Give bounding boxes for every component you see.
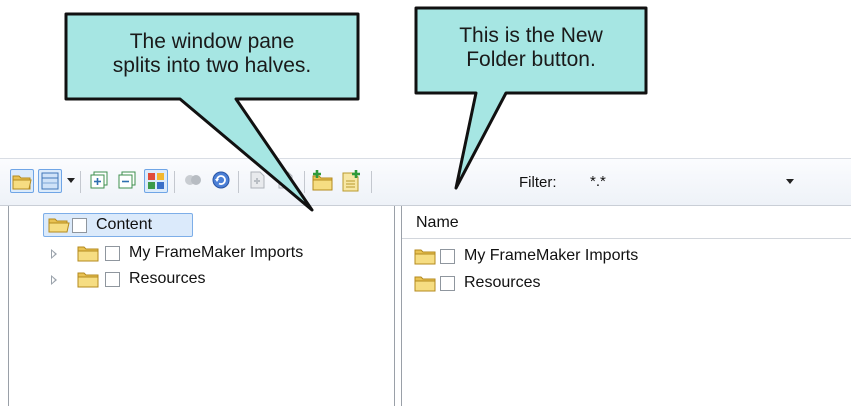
folder-icon (77, 272, 99, 288)
bind-icon[interactable] (182, 169, 206, 193)
check-in-icon[interactable] (246, 169, 270, 193)
filter-value[interactable]: *.* (590, 173, 606, 190)
thumbnail-view-icon[interactable] (144, 169, 168, 193)
list-item-checkbox[interactable] (440, 276, 455, 291)
tree-item-label: Content (96, 216, 153, 233)
callout-line: splits into two halves. (112, 54, 312, 77)
list-item[interactable]: Resources (412, 272, 842, 296)
folder-tree-pane: Content My FrameMaker Imports Resources (8, 206, 395, 406)
view-mode-dropdown-arrow-icon[interactable] (67, 178, 75, 183)
folder-icon (77, 246, 99, 262)
toolbar-separator (304, 171, 305, 193)
list-item-checkbox[interactable] (440, 249, 455, 264)
filter-dropdown[interactable]: *.* (582, 171, 802, 193)
toolbar-separator (80, 171, 81, 193)
new-folder-callout-text: This is the New Folder button. (420, 24, 642, 72)
callout-line: Folder button. (466, 48, 596, 71)
list-item-label: My FrameMaker Imports (464, 247, 639, 264)
column-header-label: Name (416, 214, 459, 231)
tree-item-label: Resources (129, 270, 206, 287)
expand-all-icon[interactable] (88, 169, 112, 193)
filter-dropdown-arrow-icon[interactable] (786, 179, 794, 184)
tree-item-content[interactable]: Content (43, 213, 193, 237)
callout-line: This is the New (459, 24, 603, 47)
tree-item-checkbox[interactable] (105, 272, 120, 287)
open-folder-icon[interactable] (10, 169, 34, 193)
tree-item-resources[interactable]: Resources (9, 268, 389, 292)
folder-icon (414, 249, 436, 265)
toolbar: Filter: *.* (0, 158, 851, 206)
tree-item-checkbox[interactable] (105, 246, 120, 261)
tree-item-my-framemaker-imports[interactable]: My FrameMaker Imports (9, 242, 389, 266)
tree-item-checkbox[interactable] (72, 218, 87, 233)
expand-arrow-icon[interactable] (51, 275, 57, 285)
new-folder-icon[interactable] (311, 169, 335, 193)
pane-split-callout-text: The window pane splits into two halves. (70, 30, 354, 78)
filter-label: Filter: (519, 174, 557, 191)
callout-line: The window pane (129, 30, 295, 53)
toolbar-separator (371, 171, 372, 193)
check-out-icon[interactable] (274, 169, 298, 193)
list-item[interactable]: My FrameMaker Imports (412, 245, 842, 269)
new-file-icon[interactable] (339, 169, 363, 193)
file-list-pane: Name My FrameMaker Imports Resources (401, 206, 851, 406)
folder-icon (414, 276, 436, 292)
view-mode-icon[interactable] (38, 169, 62, 193)
toolbar-separator (238, 171, 239, 193)
refresh-icon[interactable] (210, 169, 234, 193)
file-browser-window: Filter: *.* Content My FrameMaker Import… (0, 158, 851, 406)
list-item-label: Resources (464, 274, 541, 291)
collapse-all-icon[interactable] (116, 169, 140, 193)
toolbar-separator (174, 171, 175, 193)
open-folder-icon (48, 218, 70, 233)
column-header-name[interactable]: Name (402, 206, 851, 239)
expand-arrow-icon[interactable] (51, 249, 57, 259)
tree-item-label: My FrameMaker Imports (129, 244, 304, 261)
